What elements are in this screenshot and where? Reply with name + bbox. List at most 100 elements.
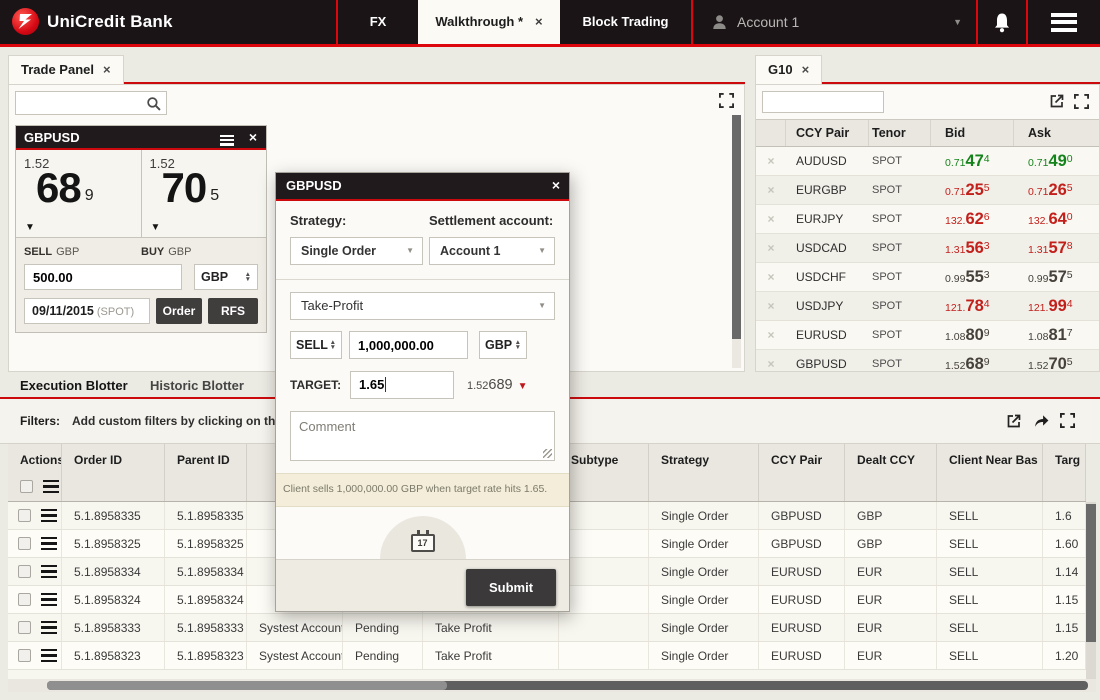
close-icon[interactable]: × bbox=[802, 62, 810, 77]
comment-textarea[interactable] bbox=[290, 411, 555, 461]
row-menu-icon[interactable] bbox=[41, 507, 57, 524]
submit-button[interactable]: Submit bbox=[466, 569, 556, 606]
account-selector[interactable]: Account 1 ▼ bbox=[693, 0, 976, 44]
col-ccy-pair[interactable]: CCY Pair bbox=[786, 120, 869, 146]
blotter-col-header[interactable]: Subtype bbox=[559, 444, 649, 501]
row-menu-icon[interactable] bbox=[41, 591, 57, 608]
row-checkbox[interactable] bbox=[18, 621, 31, 634]
ask-price-cell[interactable]: 1.31578 bbox=[1014, 234, 1099, 262]
bid-price-cell[interactable]: 0.71474 bbox=[931, 147, 1014, 175]
bid-price-cell[interactable]: 0.71255 bbox=[931, 176, 1014, 204]
main-menu-button[interactable] bbox=[1028, 0, 1100, 44]
order-button[interactable]: Order bbox=[156, 298, 202, 324]
fullscreen-icon[interactable] bbox=[1074, 94, 1089, 114]
ask-price-cell[interactable]: 132.640 bbox=[1014, 205, 1099, 233]
trade-panel-scrollbar[interactable] bbox=[732, 115, 741, 368]
blotter-col-header[interactable]: Parent ID bbox=[165, 444, 247, 501]
blotter-col-header[interactable]: Targ bbox=[1043, 444, 1086, 501]
blotter-col-header[interactable]: CCY Pair bbox=[759, 444, 845, 501]
fullscreen-icon[interactable] bbox=[1060, 413, 1075, 433]
tab-walkthrough[interactable]: Walkthrough *× bbox=[418, 0, 560, 44]
row-checkbox[interactable] bbox=[18, 649, 31, 662]
pop-out-icon[interactable] bbox=[1006, 413, 1022, 434]
remove-pair-icon[interactable]: × bbox=[756, 263, 786, 291]
blotter-col-header[interactable]: Dealt CCY bbox=[845, 444, 937, 501]
currency-stepper[interactable]: GBP ▲▼ bbox=[194, 264, 258, 290]
row-menu-icon[interactable] bbox=[41, 619, 57, 636]
bid-price-cell[interactable]: 0.99553 bbox=[931, 263, 1014, 291]
tab-execution-blotter[interactable]: Execution Blotter bbox=[20, 378, 128, 393]
bid-price-cell[interactable]: 1.31563 bbox=[931, 234, 1014, 262]
trade-search-input[interactable] bbox=[16, 92, 166, 114]
tab-trade-panel[interactable]: Trade Panel× bbox=[8, 55, 124, 84]
ask-price-cell[interactable]: 1.08817 bbox=[1014, 321, 1099, 349]
target-rate-input[interactable]: 1.65 bbox=[350, 371, 454, 399]
close-icon[interactable]: × bbox=[249, 126, 257, 149]
ask-price-cell[interactable]: 0.99575 bbox=[1014, 263, 1099, 291]
blotter-col-header[interactable]: Order ID bbox=[62, 444, 165, 501]
rfs-button[interactable]: RFS bbox=[208, 298, 258, 324]
close-icon[interactable]: × bbox=[103, 62, 111, 77]
calendar-icon[interactable]: 17 bbox=[411, 534, 435, 552]
order-type-select[interactable]: Take-Profit▼ bbox=[290, 292, 555, 320]
bid-price-cell[interactable]: 121.784 bbox=[931, 292, 1014, 320]
resize-handle[interactable] bbox=[543, 449, 552, 458]
blotter-col-header[interactable]: Strategy bbox=[649, 444, 759, 501]
tab-g10[interactable]: G10× bbox=[755, 55, 822, 84]
notifications-button[interactable] bbox=[978, 0, 1026, 44]
remove-pair-icon[interactable]: × bbox=[756, 176, 786, 204]
tab-block-trading[interactable]: Block Trading bbox=[560, 0, 691, 44]
ask-price-button[interactable]: 1.52 705 ▼ bbox=[141, 150, 267, 237]
remove-pair-icon[interactable]: × bbox=[756, 321, 786, 349]
value-date-field[interactable]: 09/11/2015(SPOT) bbox=[24, 298, 150, 324]
fullscreen-icon[interactable] bbox=[719, 93, 734, 113]
actions-menu-icon[interactable] bbox=[43, 478, 59, 495]
col-ask[interactable]: Ask bbox=[1014, 120, 1099, 146]
bid-price-cell[interactable]: 132.626 bbox=[931, 205, 1014, 233]
tab-fx[interactable]: FX bbox=[338, 0, 418, 44]
ask-price-cell[interactable]: 0.71490 bbox=[1014, 147, 1099, 175]
bid-price-button[interactable]: 1.52 689 ▼ bbox=[16, 150, 141, 237]
strategy-select[interactable]: Single Order▼ bbox=[290, 237, 423, 265]
amount-input[interactable] bbox=[24, 264, 182, 290]
close-icon[interactable]: × bbox=[552, 173, 560, 198]
row-menu-icon[interactable] bbox=[41, 535, 57, 552]
row-checkbox[interactable] bbox=[18, 565, 31, 578]
tab-historic-blotter[interactable]: Historic Blotter bbox=[150, 378, 244, 393]
col-tenor[interactable]: Tenor bbox=[869, 120, 931, 146]
row-menu-icon[interactable] bbox=[41, 563, 57, 580]
rates-search-input[interactable] bbox=[763, 92, 883, 112]
blotter-horizontal-scrollbar[interactable] bbox=[8, 679, 1096, 692]
col-bid[interactable]: Bid bbox=[931, 120, 1014, 146]
bid-price-cell[interactable]: 1.08809 bbox=[931, 321, 1014, 349]
order-currency-stepper[interactable]: GBP ▲▼ bbox=[479, 331, 527, 359]
scrollbar-thumb[interactable] bbox=[1086, 504, 1096, 642]
bid-price-cell[interactable]: 1.52689 bbox=[931, 350, 1014, 372]
select-all-checkbox[interactable] bbox=[20, 480, 33, 493]
settlement-account-select[interactable]: Account 1▼ bbox=[429, 237, 555, 265]
remove-pair-icon[interactable]: × bbox=[756, 292, 786, 320]
row-checkbox[interactable] bbox=[18, 537, 31, 550]
close-icon[interactable]: × bbox=[535, 14, 543, 29]
ask-price-cell[interactable]: 121.994 bbox=[1014, 292, 1099, 320]
ask-price-cell[interactable]: 0.71265 bbox=[1014, 176, 1099, 204]
scrollbar-thumb[interactable] bbox=[732, 115, 741, 339]
ask-price-cell[interactable]: 1.52705 bbox=[1014, 350, 1099, 372]
row-checkbox[interactable] bbox=[18, 509, 31, 522]
scrollbar-thumb[interactable] bbox=[47, 681, 447, 690]
side-stepper[interactable]: SELL ▲▼ bbox=[290, 331, 342, 359]
row-checkbox[interactable] bbox=[18, 593, 31, 606]
dialog-header[interactable]: GBPUSD × bbox=[276, 173, 569, 201]
remove-pair-icon[interactable]: × bbox=[756, 147, 786, 175]
tile-menu-icon[interactable] bbox=[220, 133, 234, 147]
remove-pair-icon[interactable]: × bbox=[756, 234, 786, 262]
blotter-vertical-scrollbar[interactable] bbox=[1086, 502, 1096, 679]
remove-pair-icon[interactable]: × bbox=[756, 205, 786, 233]
share-icon[interactable] bbox=[1033, 413, 1050, 433]
search-icon[interactable] bbox=[146, 96, 161, 111]
remove-pair-icon[interactable]: × bbox=[756, 350, 786, 372]
pop-out-icon[interactable] bbox=[1049, 93, 1065, 114]
order-amount-input[interactable] bbox=[349, 331, 468, 359]
blotter-col-header[interactable]: Actions bbox=[8, 444, 62, 501]
blotter-col-header[interactable]: Client Near Bas bbox=[937, 444, 1043, 501]
